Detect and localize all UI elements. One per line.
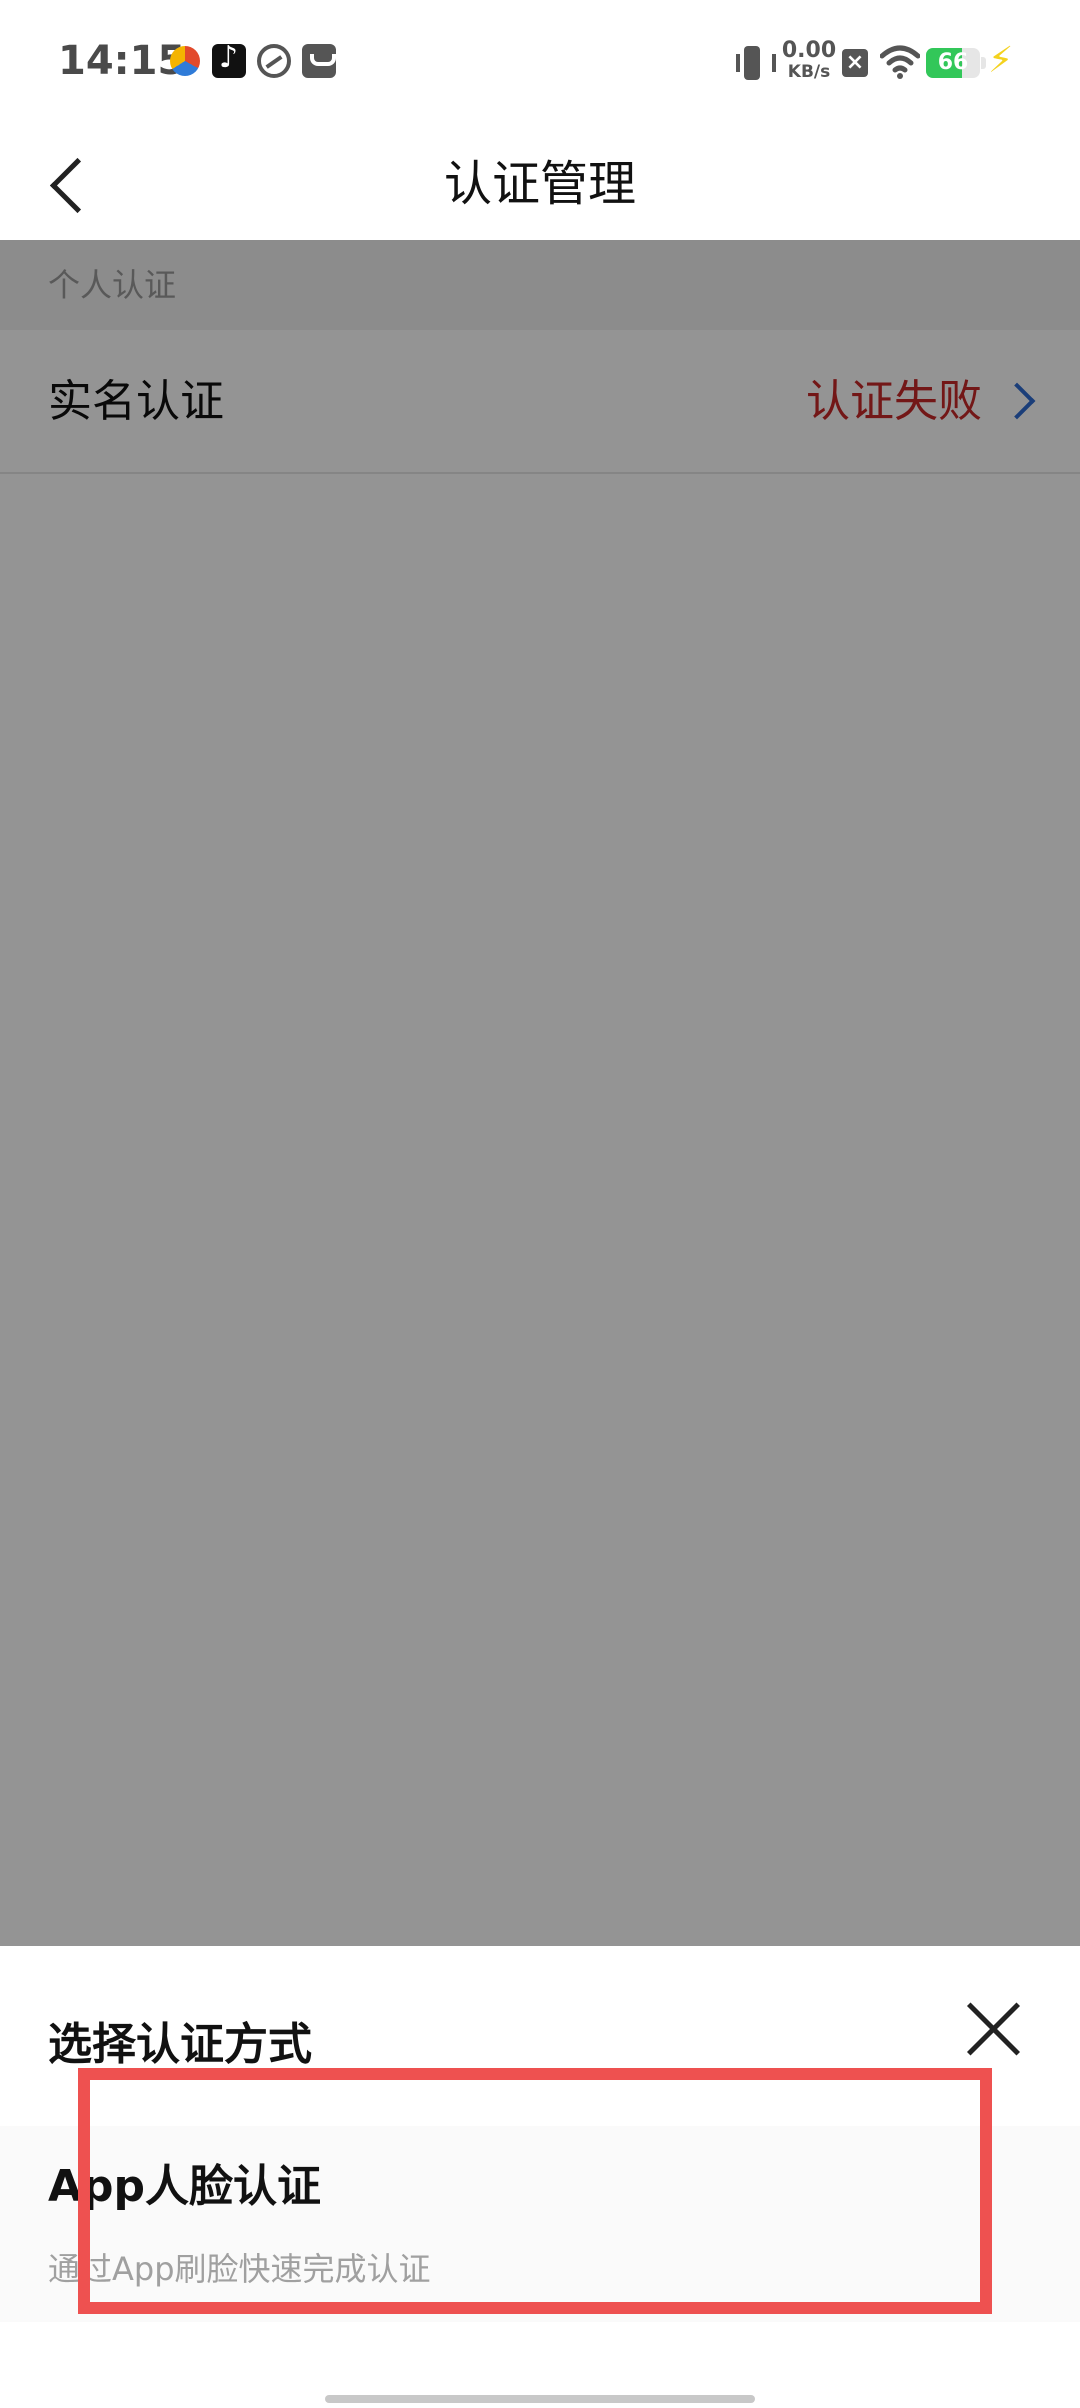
bottom-sheet: 选择认证方式 App人脸认证 通过App刷脸快速完成认证 (0, 1946, 1080, 2408)
nav-bar: 认证管理 (0, 128, 1080, 240)
option-app-face-auth[interactable]: App人脸认证 通过App刷脸快速完成认证 (0, 2126, 1080, 2322)
home-indicator[interactable] (325, 2395, 755, 2403)
vibrate-icon (735, 46, 776, 80)
close-box-icon: × (842, 49, 868, 77)
status-time: 14:15 (58, 38, 186, 84)
charging-bolt-icon: ⚡ (988, 40, 1014, 81)
battery-icon: 66 (926, 48, 986, 78)
mail-icon (302, 44, 336, 78)
tiktok-icon (212, 40, 246, 78)
page-title: 认证管理 (443, 156, 636, 212)
network-speed-value: 0.00 (781, 38, 837, 63)
option-title: App人脸认证 (48, 2161, 322, 2212)
network-speed: 0.00 KB/s (780, 40, 838, 81)
dim-overlay[interactable] (0, 240, 1080, 1946)
circle-app-icon (257, 44, 291, 78)
app-icon (170, 46, 200, 76)
battery-level: 66 (937, 50, 969, 75)
close-button[interactable] (958, 1992, 1028, 2062)
sheet-title: 选择认证方式 (48, 2019, 312, 2070)
option-description: 通过App刷脸快速完成认证 (48, 2250, 431, 2288)
network-speed-unit: KB/s (787, 62, 831, 82)
wifi-icon (879, 44, 921, 80)
screen: 14:15 0.00 KB/s × 66 ⚡ 认证管理 个人认证 (0, 0, 1080, 2408)
status-bar: 14:15 0.00 KB/s × 66 ⚡ (0, 0, 1080, 128)
